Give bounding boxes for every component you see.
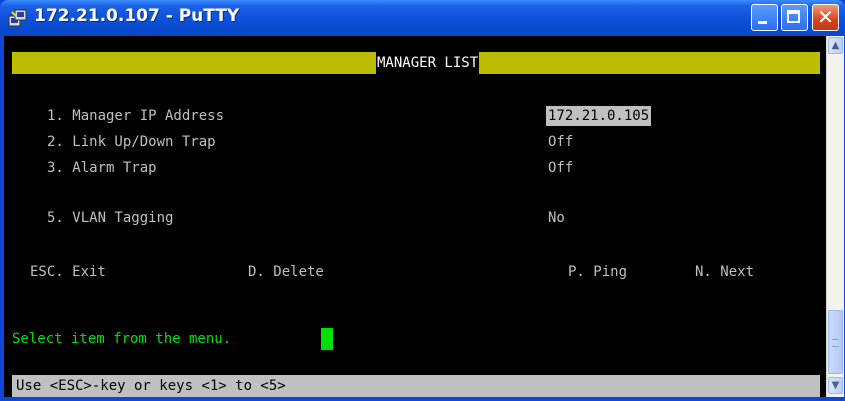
putty-icon[interactable] [8, 8, 28, 28]
scroll-up-button[interactable]: ▲ [828, 37, 843, 54]
command-exit[interactable]: ESC. Exit [30, 262, 106, 282]
minimize-button[interactable] [751, 4, 778, 31]
maximize-icon [787, 10, 800, 23]
command-next[interactable]: N. Next [695, 262, 754, 282]
prompt-text: Select item from the menu. [12, 331, 232, 347]
chevron-down-icon: ▼ [831, 380, 840, 391]
window-title: 172.21.0.107 - PuTTY [34, 6, 240, 26]
grip-icon [832, 339, 839, 347]
scroll-down-button[interactable]: ▼ [828, 377, 843, 394]
menu-item-link-trap[interactable]: 2. Link Up/Down Trap [47, 132, 216, 152]
title-bar[interactable]: 172.21.0.107 - PuTTY ✕ [0, 0, 845, 36]
vertical-scrollbar[interactable]: ▲ ▼ [826, 36, 844, 397]
menu-item-manager-ip[interactable]: 1. Manager IP Address [47, 106, 224, 126]
menu-item-alarm-trap[interactable]: 3. Alarm Trap [47, 158, 157, 178]
link-trap-value: Off [548, 134, 574, 150]
scroll-thumb[interactable] [828, 310, 843, 374]
putty-window: 172.21.0.107 - PuTTY ✕ MANAGER LIST 1. M… [0, 0, 845, 401]
terminal-screen[interactable]: MANAGER LIST 1. Manager IP Address 172.2… [4, 36, 826, 397]
chevron-up-icon: ▲ [831, 40, 840, 51]
screen-title: MANAGER LIST [376, 52, 480, 74]
text-cursor [321, 328, 333, 350]
close-button[interactable]: ✕ [812, 4, 839, 31]
command-delete[interactable]: D. Delete [248, 262, 324, 282]
maximize-button[interactable] [781, 4, 808, 31]
status-bar: Use <ESC>-key or keys <1> to <5> [12, 375, 820, 397]
close-icon: ✕ [817, 5, 834, 29]
alarm-trap-value: Off [548, 160, 574, 176]
vlan-tagging-value: No [548, 210, 565, 226]
command-ping[interactable]: P. Ping [568, 262, 627, 282]
manager-ip-value[interactable]: 172.21.0.105 [546, 106, 652, 126]
menu-item-vlan-tagging[interactable]: 5. VLAN Tagging [47, 208, 173, 228]
minimize-icon [758, 21, 767, 24]
